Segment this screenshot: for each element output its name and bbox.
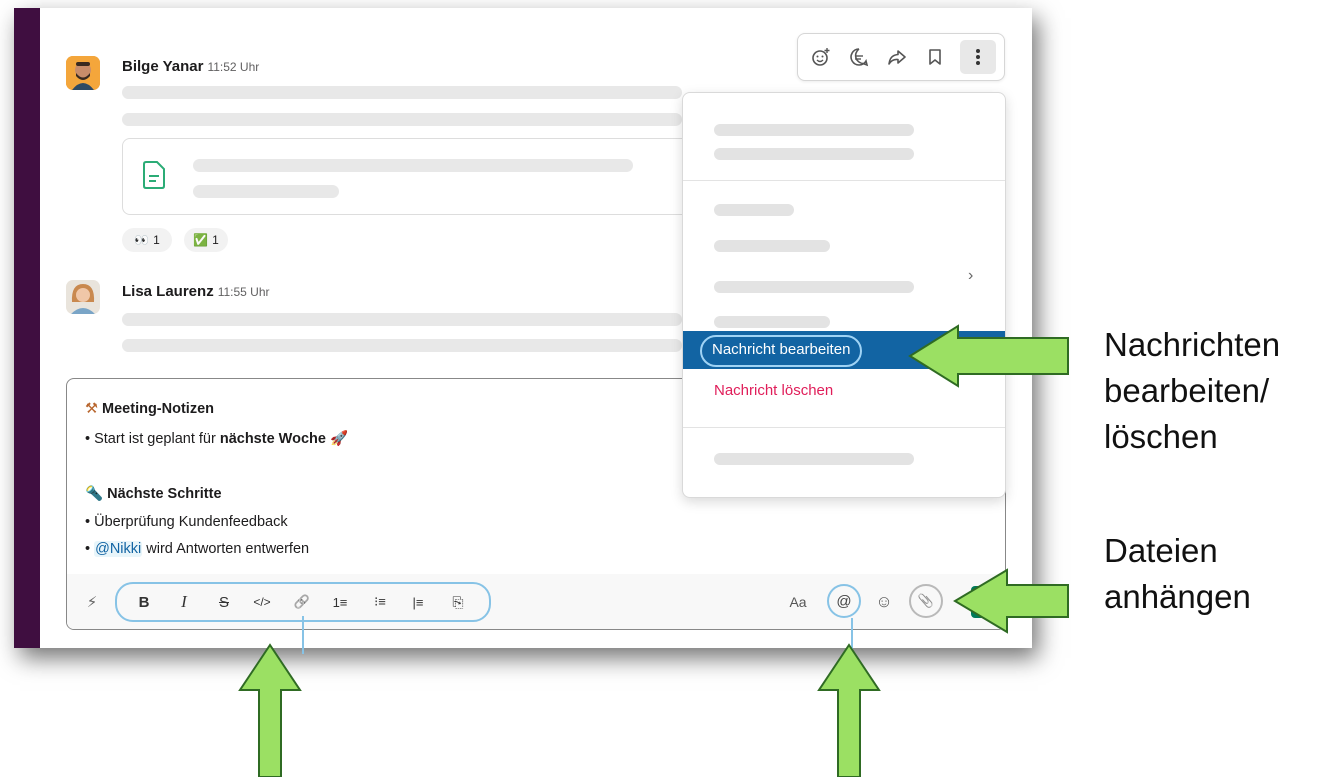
callout-line: löschen bbox=[1104, 418, 1218, 455]
arrow-mention bbox=[817, 643, 881, 777]
callout-edit-delete: Nachrichten bearbeiten/ löschen bbox=[1104, 322, 1280, 460]
arrow-formatting bbox=[238, 643, 302, 777]
callout-line: bearbeiten/ bbox=[1104, 372, 1270, 409]
callout-line: Nachrichten bbox=[1104, 326, 1281, 363]
arrow-attach-files bbox=[953, 568, 1069, 634]
arrow-edit-delete bbox=[908, 324, 1069, 388]
callout-attach-files: Dateien anhängen bbox=[1104, 528, 1251, 620]
callout-line: Dateien bbox=[1104, 532, 1218, 569]
callout-line: anhängen bbox=[1104, 578, 1251, 615]
